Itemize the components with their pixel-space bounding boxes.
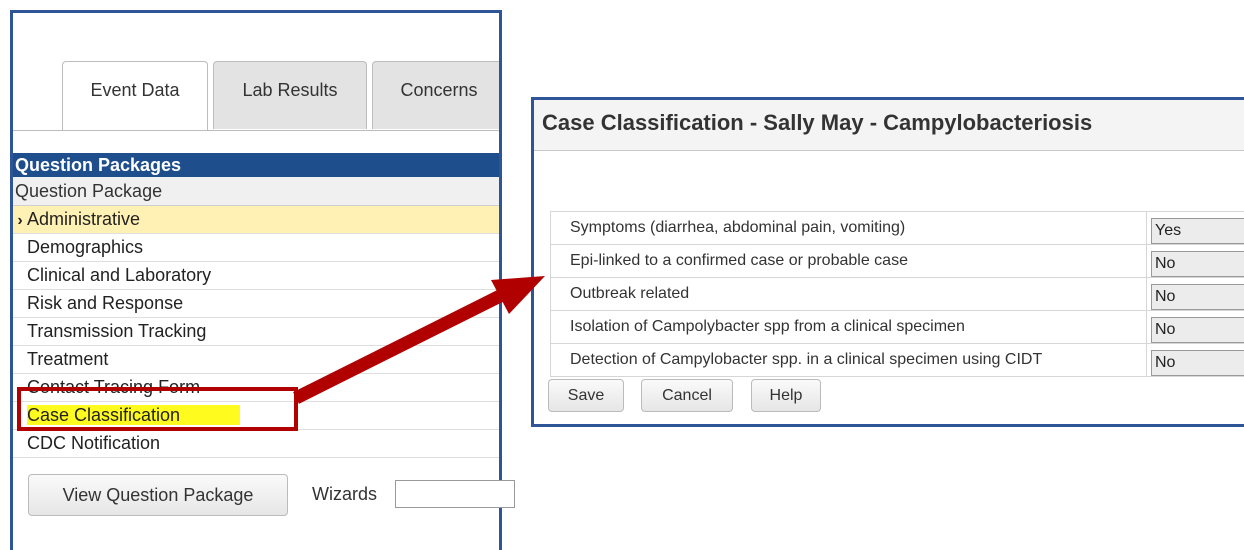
qp-row-demographics[interactable]: Demographics (13, 234, 499, 262)
qp-label: Case Classification (27, 405, 240, 425)
criteria-label: Isolation of Campolybacter spp from a cl… (551, 311, 1147, 344)
criteria-label: Epi-linked to a confirmed case or probab… (551, 245, 1147, 278)
save-button[interactable]: Save (548, 379, 624, 412)
criteria-row: Symptoms (diarrhea, abdominal pain, vomi… (551, 212, 1244, 245)
case-classification-dialog: Case Classification - Sally May - Campyl… (531, 97, 1244, 427)
criteria-label: Outbreak related (551, 278, 1147, 311)
qp-label: Treatment (27, 349, 108, 369)
qp-label: Demographics (27, 237, 143, 257)
criteria-row: Detection of Campylobacter spp. in a cli… (551, 344, 1244, 377)
tab-lab-results[interactable]: Lab Results (213, 61, 367, 129)
criteria-row: Outbreak related No (551, 278, 1244, 311)
tab-concerns[interactable]: Concerns (372, 61, 502, 129)
criteria-value-select[interactable]: No (1151, 284, 1244, 310)
qp-row-contact-tracing[interactable]: Contact Tracing Form (13, 374, 499, 402)
qp-row-administrative[interactable]: ›Administrative (13, 206, 499, 234)
dialog-title: Case Classification - Sally May - Campyl… (534, 100, 1244, 151)
qp-row-clinical-laboratory[interactable]: Clinical and Laboratory (13, 262, 499, 290)
event-panel: Event Data Lab Results Concerns Question… (10, 10, 502, 550)
qp-label: CDC Notification (27, 433, 160, 453)
cancel-button[interactable]: Cancel (641, 379, 733, 412)
qp-row-case-classification[interactable]: Case Classification (13, 402, 499, 430)
criteria-label: Detection of Campylobacter spp. in a cli… (551, 344, 1147, 377)
criteria-value-select[interactable]: No (1151, 251, 1244, 277)
criteria-row: Epi-linked to a confirmed case or probab… (551, 245, 1244, 278)
criteria-label: Symptoms (diarrhea, abdominal pain, vomi… (551, 212, 1147, 245)
qp-label: Administrative (27, 209, 140, 229)
qp-row-treatment[interactable]: Treatment (13, 346, 499, 374)
qp-label: Contact Tracing Form (27, 377, 200, 397)
tab-label: Lab Results (242, 80, 337, 101)
qp-row-cdc-notification[interactable]: CDC Notification (13, 430, 499, 458)
chevron-right-icon: › (13, 207, 27, 234)
qp-label: Risk and Response (27, 293, 183, 313)
wizards-select[interactable] (395, 480, 515, 508)
qp-label: Clinical and Laboratory (27, 265, 211, 285)
question-package-column-header: Question Package (13, 177, 499, 206)
question-packages-table: Question Packages Question Package ›Admi… (13, 153, 499, 458)
tab-label: Event Data (90, 80, 179, 101)
tab-label: Concerns (400, 80, 477, 101)
qp-row-transmission-tracking[interactable]: Transmission Tracking (13, 318, 499, 346)
question-packages-header: Question Packages (13, 153, 499, 177)
wizards-label: Wizards (312, 484, 377, 505)
criteria-value-select[interactable]: Yes (1151, 218, 1244, 244)
criteria-row: Isolation of Campolybacter spp from a cl… (551, 311, 1244, 344)
qp-label: Transmission Tracking (27, 321, 206, 341)
help-button[interactable]: Help (751, 379, 821, 412)
qp-row-risk-response[interactable]: Risk and Response (13, 290, 499, 318)
tab-event-data[interactable]: Event Data (62, 61, 208, 131)
criteria-table: Symptoms (diarrhea, abdominal pain, vomi… (550, 211, 1244, 377)
view-question-package-button[interactable]: View Question Package (28, 474, 288, 516)
criteria-value-select[interactable]: No (1151, 317, 1244, 343)
tab-divider (13, 130, 499, 131)
criteria-value-select[interactable]: No (1151, 350, 1244, 376)
